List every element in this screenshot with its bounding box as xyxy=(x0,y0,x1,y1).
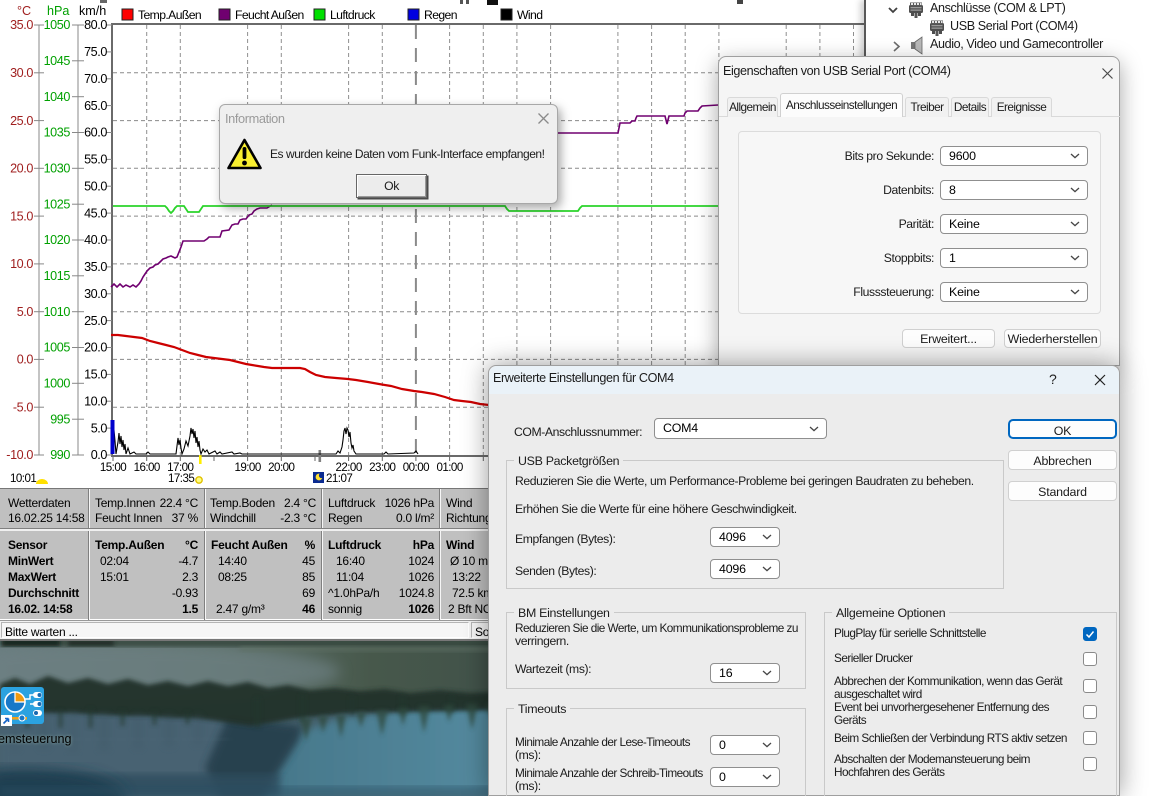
svg-text:40.0: 40.0 xyxy=(84,233,107,247)
svg-text:-5.0: -5.0 xyxy=(13,400,33,414)
svg-text:20:00: 20:00 xyxy=(268,461,294,474)
svg-text:Regen: Regen xyxy=(424,8,457,22)
svg-text:1030: 1030 xyxy=(44,162,71,176)
svg-text:75.0: 75.0 xyxy=(84,45,107,59)
svg-text:5.0: 5.0 xyxy=(91,421,108,435)
svg-text:55.0: 55.0 xyxy=(84,153,107,167)
svg-text:23:00: 23:00 xyxy=(369,461,395,474)
svg-text:70.0: 70.0 xyxy=(84,72,107,86)
svg-text:20.0: 20.0 xyxy=(84,341,107,355)
svg-text:1020: 1020 xyxy=(44,233,71,247)
svg-text:10.0: 10.0 xyxy=(84,394,107,408)
svg-text:60.0: 60.0 xyxy=(84,126,107,140)
svg-text:25.0: 25.0 xyxy=(84,314,107,328)
svg-text:Wind: Wind xyxy=(517,8,542,22)
svg-text:1025: 1025 xyxy=(44,197,71,211)
svg-text:hPa: hPa xyxy=(47,4,69,18)
svg-text:990: 990 xyxy=(50,448,70,462)
svg-text:5.0: 5.0 xyxy=(17,305,34,319)
svg-text:km/h: km/h xyxy=(79,4,106,18)
svg-text:1045: 1045 xyxy=(44,54,71,68)
svg-text:65.0: 65.0 xyxy=(84,99,107,113)
svg-text:1015: 1015 xyxy=(44,269,71,283)
svg-text:30.0: 30.0 xyxy=(10,66,33,80)
svg-text:°C: °C xyxy=(17,4,31,18)
svg-text:00:00: 00:00 xyxy=(403,461,429,474)
svg-text:1035: 1035 xyxy=(44,126,71,140)
svg-text:15:00: 15:00 xyxy=(100,461,126,474)
svg-text:45.0: 45.0 xyxy=(84,206,107,220)
svg-text:0.0: 0.0 xyxy=(17,353,34,367)
svg-text:30.0: 30.0 xyxy=(84,287,107,301)
svg-text:35.0: 35.0 xyxy=(84,260,107,274)
svg-text:Temp.Außen: Temp.Außen xyxy=(138,8,201,22)
svg-text:15.0: 15.0 xyxy=(10,209,33,223)
svg-text:10:01: 10:01 xyxy=(10,472,36,485)
svg-text:-10.0: -10.0 xyxy=(6,448,33,462)
svg-text:Luftdruck: Luftdruck xyxy=(330,8,376,22)
svg-text:1005: 1005 xyxy=(44,341,71,355)
svg-text:20.0: 20.0 xyxy=(10,162,33,176)
svg-text:16:00: 16:00 xyxy=(134,461,160,474)
svg-text:17:35: 17:35 xyxy=(168,472,194,485)
svg-text:1010: 1010 xyxy=(44,305,71,319)
svg-text:80.0: 80.0 xyxy=(84,18,107,32)
svg-text:10.0: 10.0 xyxy=(10,257,33,271)
svg-text:25.0: 25.0 xyxy=(10,114,33,128)
svg-text:35.0: 35.0 xyxy=(10,18,33,32)
svg-text:995: 995 xyxy=(50,412,70,426)
svg-text:1050: 1050 xyxy=(44,18,71,32)
svg-text:15.0: 15.0 xyxy=(84,368,107,382)
svg-text:19:00: 19:00 xyxy=(234,461,260,474)
svg-text:01:00: 01:00 xyxy=(436,461,462,474)
svg-text:50.0: 50.0 xyxy=(84,179,107,193)
svg-text:1040: 1040 xyxy=(44,90,71,104)
svg-text:1000: 1000 xyxy=(44,377,71,391)
svg-text:Feucht Außen: Feucht Außen xyxy=(235,8,304,22)
svg-text:21:07: 21:07 xyxy=(326,472,352,485)
